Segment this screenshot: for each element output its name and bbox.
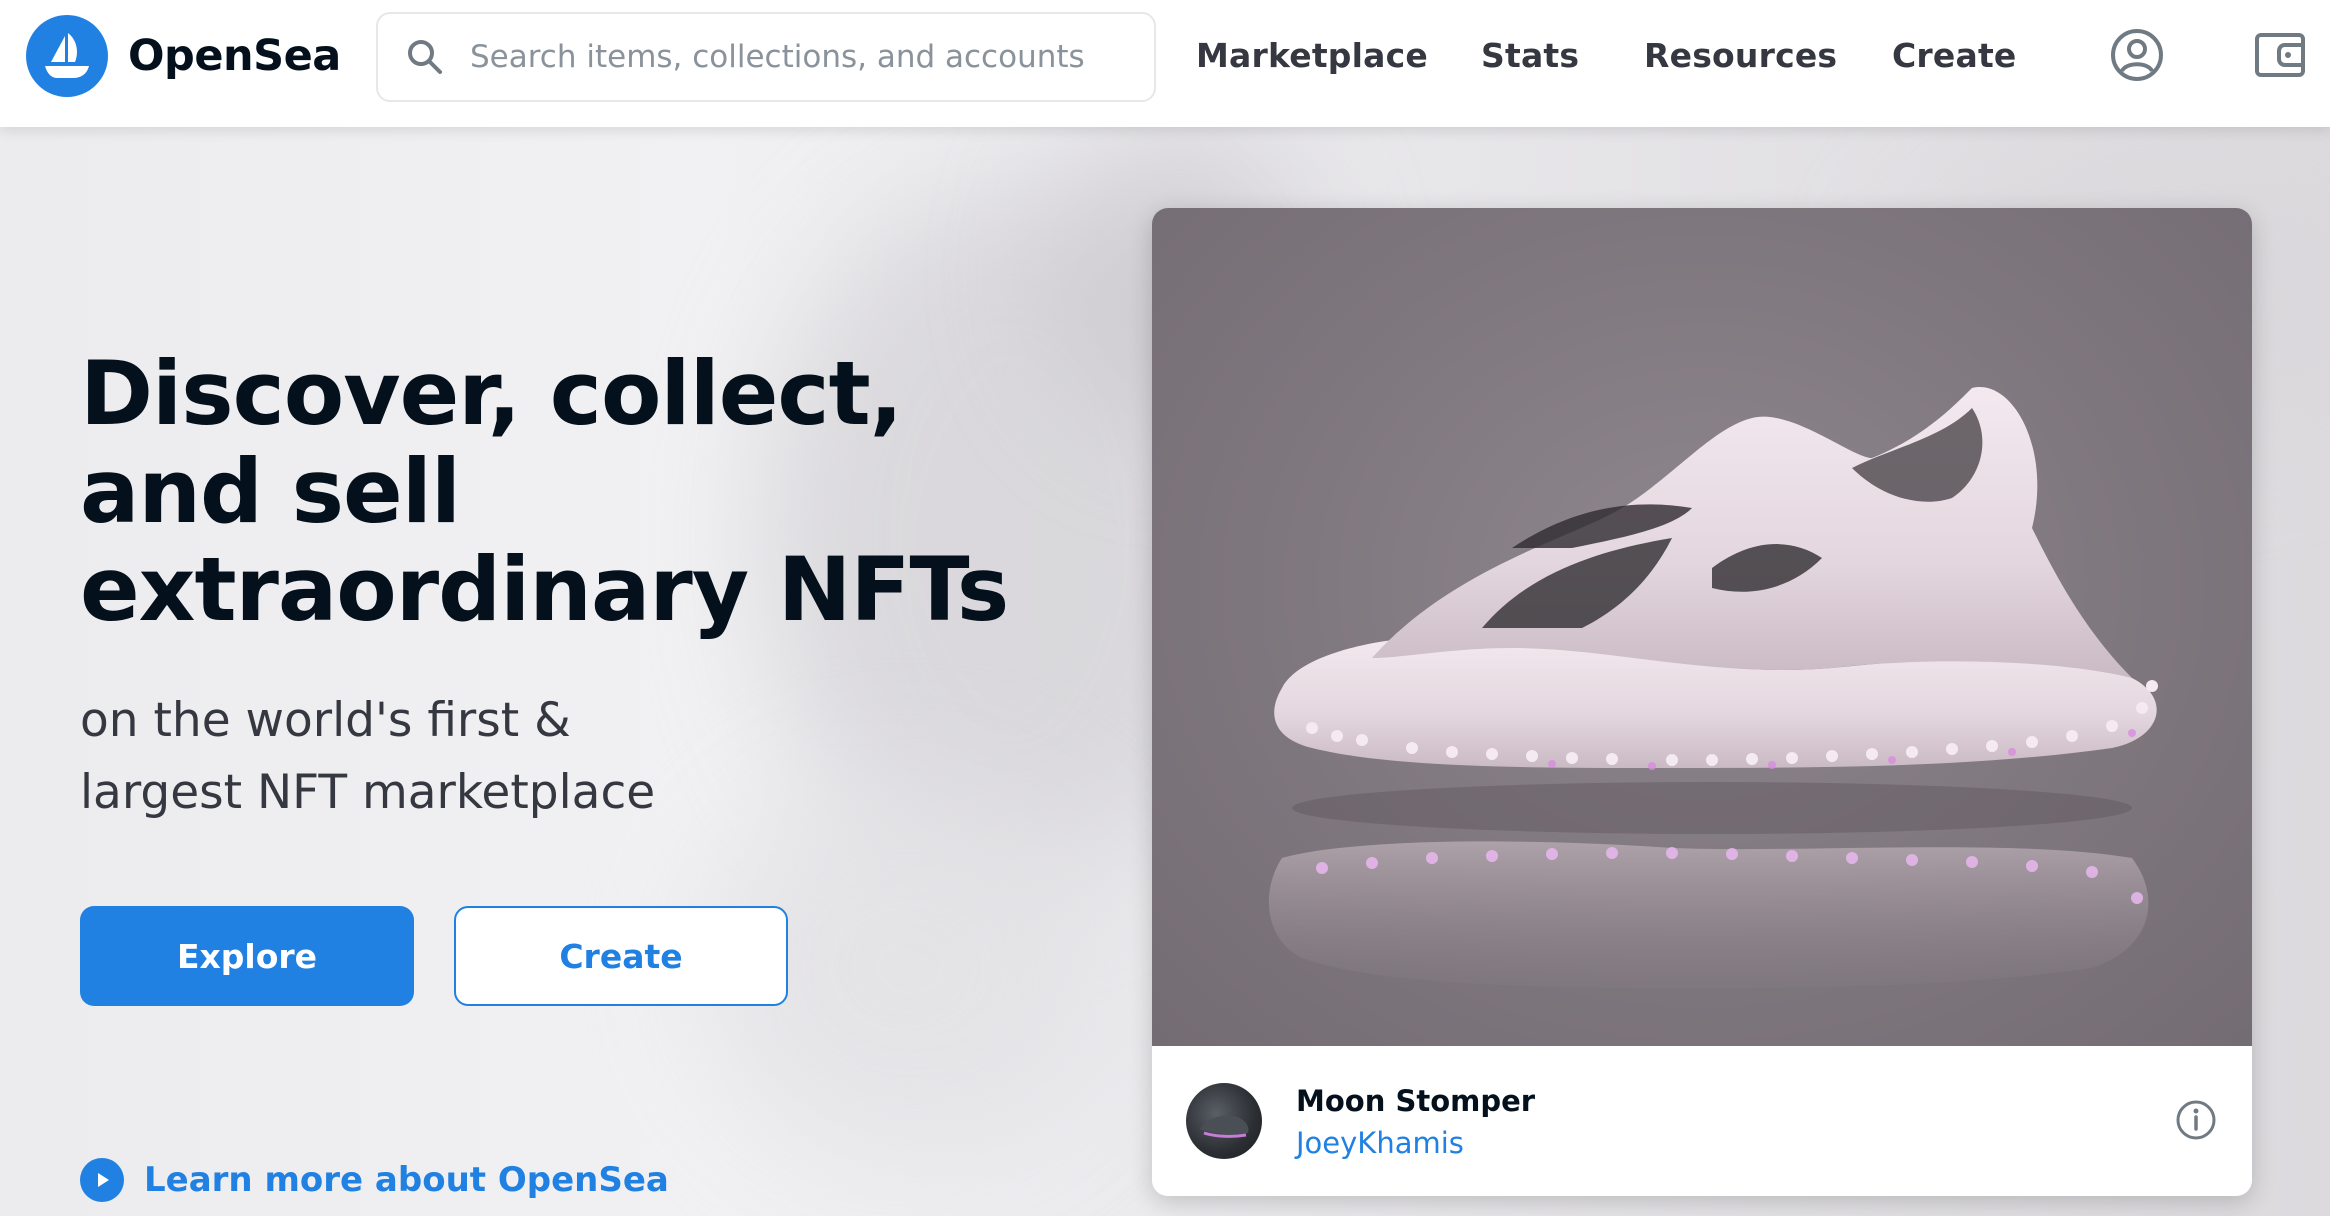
- info-icon[interactable]: [2174, 1098, 2218, 1142]
- nft-creator-link[interactable]: JoeyKhamis: [1296, 1126, 1464, 1160]
- nav-marketplace-label: Marketplace: [1196, 35, 1428, 75]
- creator-avatar[interactable]: [1186, 1083, 1262, 1159]
- nav-stats-label: Stats: [1481, 35, 1580, 75]
- create-button[interactable]: Create: [454, 906, 788, 1006]
- nav-marketplace[interactable]: Marketplace: [1196, 0, 1428, 110]
- shoe-render-illustration: [1268, 387, 2158, 988]
- opensea-logo[interactable]: OpenSea: [26, 15, 341, 97]
- learn-more-label: Learn more about OpenSea: [144, 1160, 669, 1200]
- search-bar[interactable]: [376, 12, 1156, 102]
- featured-nft-footer: Moon Stomper JoeyKhamis: [1152, 1046, 2252, 1196]
- nft-name: Moon Stomper: [1296, 1084, 1536, 1118]
- featured-nft-card[interactable]: Moon Stomper JoeyKhamis: [1152, 208, 2252, 1196]
- nav-create-label: Create: [1892, 35, 2017, 75]
- wallet-icon[interactable]: [2250, 24, 2312, 86]
- hero-headline: Discover, collect, and sell extraordinar…: [80, 342, 1009, 641]
- play-icon: [80, 1158, 124, 1202]
- page: OpenSea Marketplace Stats Resources Crea…: [0, 0, 2330, 1216]
- opensea-boat-icon: [26, 15, 108, 97]
- top-navbar: OpenSea Marketplace Stats Resources Crea…: [0, 0, 2330, 127]
- nav-resources[interactable]: Resources: [1644, 0, 1837, 110]
- nav-create[interactable]: Create: [1892, 0, 2017, 110]
- logo-wordmark: OpenSea: [128, 31, 341, 81]
- hero-subline-line-2: largest NFT marketplace: [80, 765, 656, 820]
- account-icon[interactable]: [2106, 24, 2168, 86]
- nav-resources-label: Resources: [1644, 35, 1838, 75]
- featured-nft-image: [1152, 208, 2252, 1046]
- explore-button[interactable]: Explore: [80, 906, 414, 1006]
- nav-stats[interactable]: Stats: [1481, 0, 1579, 110]
- hero-subline-line-1: on the world's first &: [80, 693, 571, 748]
- hero-subline: on the world's first & largest NFT marke…: [80, 685, 980, 829]
- search-input[interactable]: [470, 27, 1110, 87]
- learn-more-link[interactable]: Learn more about OpenSea: [80, 1158, 669, 1202]
- search-icon: [406, 37, 446, 77]
